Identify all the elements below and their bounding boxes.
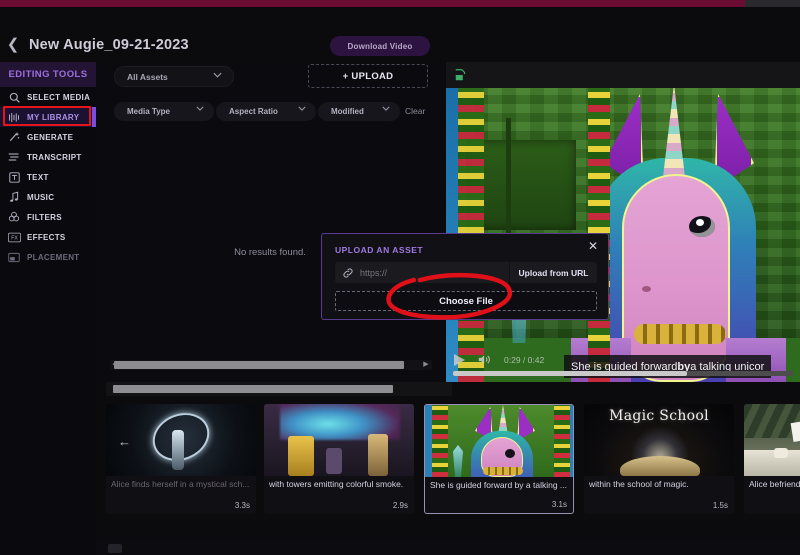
link-icon bbox=[342, 267, 354, 279]
sidebar-label: FILTERS bbox=[27, 212, 62, 222]
card-duration: 3.1s bbox=[551, 500, 567, 509]
sidebar-footer-stub bbox=[0, 530, 96, 555]
volume-icon[interactable] bbox=[478, 353, 491, 366]
play-icon[interactable] bbox=[454, 354, 465, 366]
video-controls: 0:29 / 0:42 bbox=[446, 346, 800, 382]
filter-chip-modified[interactable]: Modified bbox=[318, 102, 400, 121]
upload-button[interactable]: + UPLOAD bbox=[308, 64, 428, 88]
sidebar-label: MY LIBRARY bbox=[27, 112, 80, 122]
download-video-button[interactable]: Download Video bbox=[330, 36, 430, 56]
dialog-title: UPLOAD AN ASSET bbox=[335, 245, 424, 255]
chip-label: Modified bbox=[331, 107, 364, 116]
sidebar-label: PLACEMENT bbox=[27, 252, 80, 262]
placement-icon bbox=[6, 250, 22, 264]
chip-label: Aspect Ratio bbox=[229, 107, 278, 116]
sidebar-label: TRANSCRIPT bbox=[27, 152, 82, 162]
sidebar-item-my-library[interactable]: MY LIBRARY bbox=[0, 107, 96, 127]
card-thumbnail bbox=[264, 404, 414, 476]
card-caption: within the school of magic. bbox=[589, 479, 689, 489]
storyboard-footer bbox=[96, 538, 800, 555]
sidebar-item-select-media[interactable]: SELECT MEDIA bbox=[0, 87, 96, 107]
card-caption: with towers emitting colorful smoke. bbox=[269, 479, 404, 489]
chevron-down-icon bbox=[382, 106, 390, 111]
sidebar-item-text[interactable]: TEXT bbox=[0, 167, 96, 187]
storyboard-panel: ← Alice finds herself in a mystical sch.… bbox=[96, 382, 800, 555]
chevron-down-icon bbox=[196, 106, 204, 111]
sidebar-section-title: EDITING TOOLS bbox=[0, 62, 96, 87]
url-input[interactable] bbox=[360, 267, 509, 278]
search-icon bbox=[6, 90, 22, 104]
video-timecode: 0:29 / 0:42 bbox=[504, 355, 545, 365]
preview-toolbar bbox=[446, 62, 800, 88]
storyboard-card[interactable]: Magic School within the school of magic.… bbox=[584, 404, 734, 514]
svg-text:FX: FX bbox=[11, 235, 18, 241]
browser-scrollbar-thumb[interactable] bbox=[114, 361, 404, 369]
previous-arrow-icon[interactable]: ← bbox=[118, 434, 131, 449]
music-note-icon bbox=[6, 190, 22, 204]
chevron-down-icon bbox=[298, 106, 306, 111]
card-caption: Alice befriend bbox=[749, 479, 800, 489]
upload-asset-dialog: UPLOAD AN ASSET ✕ Upload from URL Choose… bbox=[321, 233, 609, 320]
card-duration: 3.3s bbox=[234, 501, 250, 510]
storyboard-card[interactable]: with towers emitting colorful smoke. 2.9… bbox=[264, 404, 414, 514]
chip-label: Media Type bbox=[127, 107, 170, 116]
filter-chip-row: Media Type Aspect Ratio Modified Clear bbox=[96, 102, 444, 124]
scroll-right-arrow-icon[interactable]: ▶ bbox=[422, 361, 430, 369]
sidebar-item-transcript[interactable]: TRANSCRIPT bbox=[0, 147, 96, 167]
back-chevron-icon[interactable]: ❮ bbox=[6, 37, 20, 52]
card-duration: 2.9s bbox=[392, 501, 408, 510]
top-strip-tail bbox=[745, 0, 800, 7]
card-thumbnail bbox=[744, 404, 800, 476]
card-caption: Alice finds herself in a mystical sch... bbox=[111, 479, 250, 489]
asset-filter-select[interactable]: All Assets bbox=[114, 66, 234, 87]
magic-wand-icon bbox=[6, 130, 22, 144]
app-header: ❮ New Augie_09-21-2023 Download Video bbox=[0, 7, 800, 62]
page-title: New Augie_09-21-2023 bbox=[29, 37, 189, 53]
upload-from-url-button[interactable]: Upload from URL bbox=[509, 262, 597, 283]
footer-pill[interactable] bbox=[108, 544, 122, 553]
storyboard-scrollbar-thumb[interactable] bbox=[113, 385, 393, 393]
sidebar-item-music[interactable]: MUSIC bbox=[0, 187, 96, 207]
sidebar-item-generate[interactable]: GENERATE bbox=[0, 127, 96, 147]
app-root: ❮ New Augie_09-21-2023 Download Video ED… bbox=[0, 0, 800, 555]
sidebar-label: EFFECTS bbox=[27, 232, 66, 242]
card-thumbnail: Magic School bbox=[584, 404, 734, 476]
fx-icon: FX bbox=[6, 230, 22, 244]
asset-browser-panel: All Assets + UPLOAD Media Type Aspect Ra… bbox=[96, 62, 444, 382]
storyboard-card[interactable]: Alice befriend bbox=[744, 404, 800, 514]
top-accent-strip bbox=[0, 0, 800, 7]
sidebar-item-effects[interactable]: FX EFFECTS bbox=[0, 227, 96, 247]
sidebar-item-filters[interactable]: FILTERS bbox=[0, 207, 96, 227]
sidebar-label: TEXT bbox=[27, 172, 49, 182]
waveform-icon bbox=[6, 110, 22, 124]
storyboard-card[interactable]: ← Alice finds herself in a mystical sch.… bbox=[106, 404, 256, 514]
filter-chip-aspect-ratio[interactable]: Aspect Ratio bbox=[216, 102, 316, 121]
sidebar-label: SELECT MEDIA bbox=[27, 92, 91, 102]
sidebar-label: MUSIC bbox=[27, 192, 55, 202]
filter-chip-media-type[interactable]: Media Type bbox=[114, 102, 214, 121]
thumbnail-title-text: Magic School bbox=[609, 408, 709, 424]
clear-filters-link[interactable]: Clear bbox=[405, 106, 425, 116]
card-caption: She is guided forward by a talking ... bbox=[430, 480, 568, 490]
lines-icon bbox=[6, 150, 22, 164]
filters-icon bbox=[6, 210, 22, 224]
asset-filter-value: All Assets bbox=[127, 71, 168, 82]
url-upload-row: Upload from URL bbox=[335, 262, 597, 283]
crop-resize-icon[interactable] bbox=[454, 68, 468, 82]
video-preview-panel: She is guided forward by a talking unico… bbox=[446, 62, 800, 382]
card-thumbnail bbox=[425, 405, 573, 477]
sidebar-label: GENERATE bbox=[27, 132, 74, 142]
chevron-down-icon bbox=[213, 72, 222, 78]
video-progress-fill[interactable] bbox=[453, 371, 687, 376]
close-icon[interactable]: ✕ bbox=[586, 239, 600, 253]
choose-file-button[interactable]: Choose File bbox=[335, 291, 597, 311]
card-duration: 1.5s bbox=[712, 501, 728, 510]
editing-tools-sidebar: EDITING TOOLS SELECT MEDIA MY LIBRARY GE… bbox=[0, 62, 96, 555]
storyboard-card-selected[interactable]: She is guided forward by a talking ... 3… bbox=[424, 404, 574, 514]
text-box-icon bbox=[6, 170, 22, 184]
sidebar-item-placement[interactable]: PLACEMENT bbox=[0, 247, 96, 267]
